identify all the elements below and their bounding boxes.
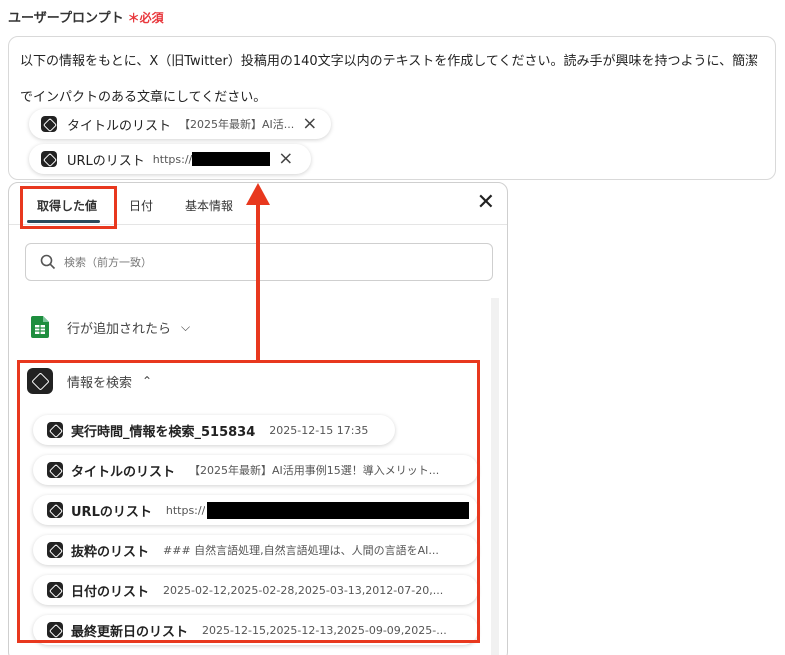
annotation-arrow-head (246, 183, 270, 205)
variable-name: タイトルのリスト (71, 464, 176, 480)
variable-value: ### 自然言語処理,自然言語処理は、人間の言語をAI... (163, 544, 439, 557)
redacted-block (207, 501, 470, 519)
tab-basic-info[interactable]: 基本情報 (185, 197, 233, 214)
group-title: 行が追加されたら (67, 321, 172, 337)
yoom-app-icon (47, 582, 63, 598)
yoom-app-icon (47, 422, 63, 438)
variable-row[interactable]: 日付のリスト 2025-02-12,2025-02-28,2025-03-13,… (33, 575, 478, 605)
search-icon (40, 254, 56, 270)
yoom-app-icon (47, 622, 63, 638)
variable-row[interactable]: 最終更新日のリスト 2025-12-15,2025-12-13,2025-09-… (33, 615, 478, 645)
variable-name: 抜粋のリスト (71, 544, 150, 560)
variable-row[interactable]: URLのリスト https:// (33, 495, 478, 525)
variable-name: 実行時間_情報を検索_515834 (71, 424, 256, 440)
tab-retrieved-values[interactable]: 取得した値 (37, 197, 97, 214)
prompt-chip-url-list[interactable]: URLのリスト https:// × (29, 144, 311, 174)
required-badge: ＊必須 (127, 11, 164, 25)
chip-name: URLのリスト (67, 153, 145, 169)
variable-row[interactable]: タイトルのリスト 【2025年最新】AI活用事例15選！導入メリット... (33, 455, 478, 485)
variable-value: 2025-12-15,2025-12-13,2025-09-09,2025-..… (202, 623, 447, 637)
group-search-info[interactable]: 情報を検索 ⌃ (27, 368, 152, 394)
group-title: 情報を検索 (67, 375, 133, 391)
variable-name: URLのリスト (71, 504, 152, 520)
variable-name: 最終更新日のリスト (71, 624, 189, 640)
close-icon[interactable]: ✕ (477, 192, 495, 214)
field-label: ユーザープロンプト ＊必須 (8, 7, 164, 26)
redacted-block (192, 152, 271, 166)
variable-value: 2025-02-12,2025-02-28,2025-03-13,2012-07… (163, 583, 444, 597)
yoom-app-icon (47, 542, 63, 558)
variable-row[interactable]: 抜粋のリスト ### 自然言語処理,自然言語処理は、人間の言語をAI... (33, 535, 478, 565)
group-row-added[interactable]: 行が追加されたら ⌵ (27, 314, 190, 340)
yoom-app-icon (27, 368, 53, 394)
tab-date[interactable]: 日付 (129, 197, 153, 214)
variable-name: 日付のリスト (71, 584, 150, 600)
search-input[interactable] (64, 255, 444, 269)
chevron-up-icon: ⌃ (142, 374, 153, 388)
yoom-app-icon (47, 462, 63, 478)
google-sheets-icon (27, 314, 53, 340)
scrollbar[interactable] (491, 298, 499, 655)
yoom-app-icon (41, 151, 57, 167)
field-label-text: ユーザープロンプト (8, 11, 124, 26)
prompt-text: 以下の情報をもとに、X（旧Twitter）投稿用の140文字以内のテキストを作成… (20, 54, 759, 105)
remove-chip-icon[interactable]: × (302, 115, 317, 133)
active-tab-indicator (27, 220, 100, 223)
yoom-app-icon (41, 116, 57, 132)
yoom-app-icon (47, 502, 63, 518)
chevron-down-icon: ⌵ (181, 319, 191, 334)
annotation-arrow-shaft (256, 200, 260, 362)
variable-row[interactable]: 実行時間_情報を検索_515834 2025-12-15 17:35 (33, 415, 395, 445)
prompt-chip-title-list[interactable]: タイトルのリスト 【2025年最新】AI活... × (29, 109, 331, 139)
variable-value: 【2025年最新】AI活用事例15選！導入メリット... (189, 464, 440, 477)
variable-value: 2025-12-15 17:35 (269, 423, 369, 437)
variable-value: https:// (165, 503, 206, 517)
chip-value: https:// (152, 152, 193, 166)
remove-chip-icon[interactable]: × (278, 150, 293, 168)
chip-value: 【2025年最新】AI活... (179, 118, 295, 131)
chip-name: タイトルのリスト (67, 118, 172, 134)
